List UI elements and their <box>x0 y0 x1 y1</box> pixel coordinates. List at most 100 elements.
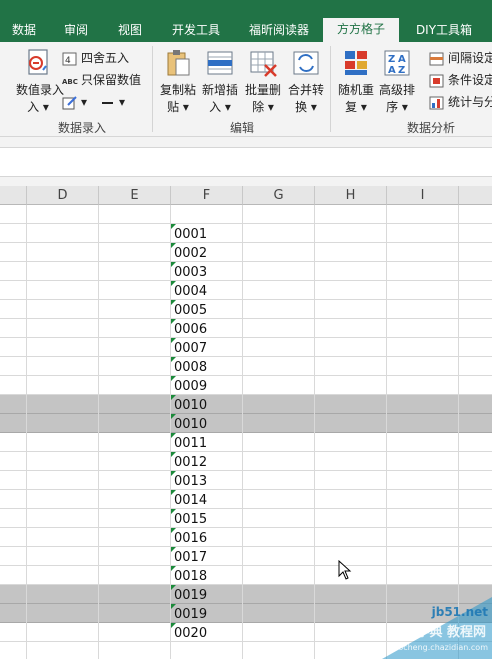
cell-f[interactable]: 0018 <box>171 566 242 585</box>
chevron-down-icon: ▾ <box>81 95 88 109</box>
table-row[interactable]: 0008 <box>0 357 492 376</box>
cell-f[interactable]: 0019 <box>171 585 242 604</box>
table-row[interactable]: 0016 <box>0 528 492 547</box>
column-header-next[interactable] <box>459 186 492 205</box>
worksheet-grid[interactable]: 0020 0019 0019 0018 0017 0016 0015 0014 0013 0012… <box>0 205 492 659</box>
table-row[interactable]: 0011 <box>0 433 492 452</box>
edit-format-button[interactable]: ▾ <box>62 92 87 112</box>
table-row[interactable]: 0007 <box>0 338 492 357</box>
table-row[interactable]: 0017 <box>0 547 492 566</box>
merge-icon <box>291 48 321 78</box>
cell-f[interactable]: 0016 <box>171 528 242 547</box>
cell-f[interactable] <box>171 205 242 224</box>
cell-f[interactable]: 0020 <box>171 623 242 642</box>
tab-review[interactable]: 审阅 <box>52 19 100 42</box>
tab-view[interactable]: 视图 <box>106 19 154 42</box>
random-repeat-button[interactable]: 随机重 复 ▾ <box>335 48 377 116</box>
merge-convert-button[interactable]: 合并转 换 ▾ <box>285 48 327 116</box>
table-row[interactable]: 0004 <box>0 281 492 300</box>
watermark-line3: jiaocheng.chazidian.com <box>388 643 488 652</box>
cell-f[interactable]: 0011 <box>171 433 242 452</box>
column-header-i[interactable]: I <box>387 186 459 205</box>
tab-fangfang-gezi[interactable]: 方方格子 <box>323 18 399 42</box>
cell-f[interactable]: 0012 <box>171 452 242 471</box>
batch-delete-label: 批量删 <box>244 83 281 97</box>
chevron-down-icon: ▾ <box>119 95 126 109</box>
statistics-icon <box>429 96 445 110</box>
tab-foxit-reader[interactable]: 福昕阅读器 <box>238 19 320 42</box>
table-row[interactable]: 0014 <box>0 490 492 509</box>
advanced-sort-button[interactable]: Z A A Z 高级排 序 ▾ <box>377 48 417 116</box>
column-header-blank[interactable] <box>0 186 27 205</box>
table-row[interactable]: 0005 <box>0 300 492 319</box>
random-repeat-label: 随机重 <box>337 83 374 97</box>
table-row[interactable]: 0010 <box>0 395 492 414</box>
cell-f[interactable]: 0004 <box>171 281 242 300</box>
cell-f[interactable]: 0006 <box>171 319 242 338</box>
copy-paste-button[interactable]: 复制粘 贴 ▾ <box>158 48 198 116</box>
cell-f[interactable]: 0008 <box>171 357 242 376</box>
cell-f[interactable]: 0010 <box>171 414 242 433</box>
cell-f[interactable]: 0003 <box>171 262 242 281</box>
interval-setting-button[interactable]: 间隔设定 <box>429 48 492 68</box>
table-row[interactable] <box>0 205 492 224</box>
cell-f[interactable]: 0013 <box>171 471 242 490</box>
random-blocks-icon <box>341 48 371 78</box>
dropdown-arrow-icon: 入 ▾ <box>27 100 49 114</box>
table-row[interactable]: 0009 <box>0 376 492 395</box>
statistics-button[interactable]: 统计与分 <box>429 92 492 112</box>
round-label: 四舍五入 <box>81 51 130 65</box>
cell-f[interactable]: 0007 <box>171 338 242 357</box>
cell-f[interactable]: 0005 <box>171 300 242 319</box>
column-header-g[interactable]: G <box>243 186 315 205</box>
column-header-h[interactable]: H <box>315 186 387 205</box>
cell-f[interactable]: 0015 <box>171 509 242 528</box>
table-row[interactable]: 0003 <box>0 262 492 281</box>
cell-f[interactable]: 0014 <box>171 490 242 509</box>
value-entry-button[interactable]: 数值录入 入 ▾ <box>16 48 64 116</box>
svg-text:Z: Z <box>388 54 395 65</box>
batch-delete-button[interactable]: 批量删 除 ▾ <box>242 48 284 116</box>
table-row[interactable]: 0018 <box>0 566 492 585</box>
formula-bar[interactable] <box>0 147 492 177</box>
column-header-d[interactable]: D <box>27 186 99 205</box>
watermark-line2: 查字典 教程网 <box>403 625 486 640</box>
keep-values-button[interactable]: ABC 只保留数值 <box>62 70 141 90</box>
ribbon-bottom-strip <box>0 137 492 147</box>
table-row[interactable]: 0015 <box>0 509 492 528</box>
column-header-f[interactable]: F <box>171 186 243 205</box>
cell-f[interactable] <box>171 642 242 659</box>
table-row[interactable]: 0006 <box>0 319 492 338</box>
table-row[interactable]: 0013 <box>0 471 492 490</box>
cell-f[interactable]: 0019 <box>171 604 242 623</box>
gridline <box>386 205 387 659</box>
formula-gap <box>0 177 492 186</box>
condition-setting-button[interactable]: 条件设定 <box>429 70 492 90</box>
insert-button[interactable]: 新增插 入 ▾ <box>199 48 241 116</box>
gridline <box>458 205 459 659</box>
value-entry-icon <box>23 48 53 78</box>
line-style-button[interactable]: ▾ <box>100 92 125 112</box>
table-row[interactable]: 0012 <box>0 452 492 471</box>
cell-f[interactable]: 0009 <box>171 376 242 395</box>
edit-pencil-icon <box>62 95 78 110</box>
tab-data[interactable]: 数据 <box>2 19 46 42</box>
table-row[interactable]: 0010 <box>0 414 492 433</box>
tab-diy-toolbox[interactable]: DIY工具箱 <box>404 19 484 42</box>
svg-text:A: A <box>398 54 406 65</box>
column-header-e[interactable]: E <box>99 186 171 205</box>
group-label-data-entry: 数据录入 <box>57 121 106 135</box>
insert-rows-icon <box>205 48 235 78</box>
group-label-analysis: 数据分析 <box>406 121 455 135</box>
table-row[interactable]: 0001 <box>0 224 492 243</box>
cell-f[interactable]: 0002 <box>171 243 242 262</box>
tab-developer[interactable]: 开发工具 <box>160 19 232 42</box>
cell-f[interactable]: 0017 <box>171 547 242 566</box>
cell-f[interactable]: 0001 <box>171 224 242 243</box>
chevron-down-icon: 换 ▾ <box>295 100 317 114</box>
table-row[interactable]: 0002 <box>0 243 492 262</box>
cell-f[interactable]: 0010 <box>171 395 242 414</box>
round-button[interactable]: 4 四舍五入 <box>62 48 129 68</box>
keep-values-label: 只保留数值 <box>81 73 142 87</box>
sort-az-icon: Z A A Z <box>382 48 412 78</box>
